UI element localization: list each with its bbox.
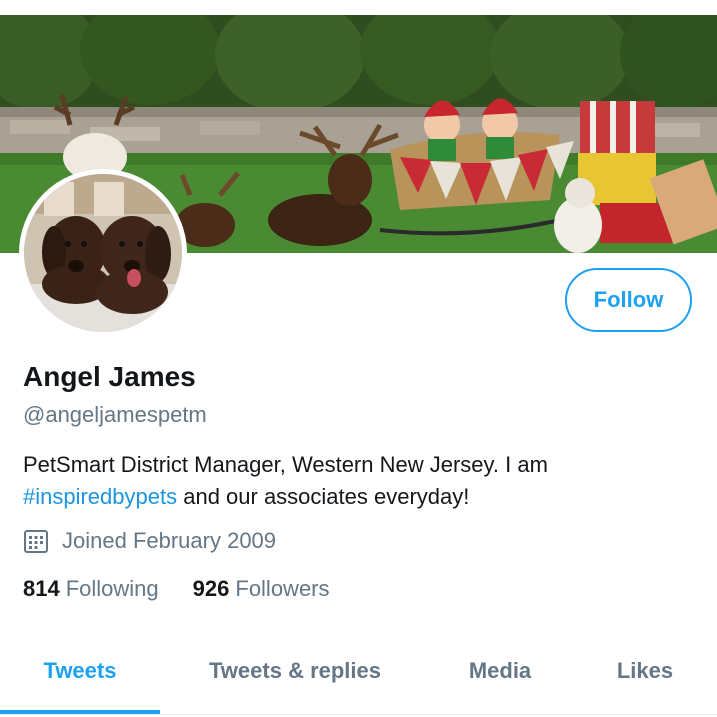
tab-tweets-and-replies[interactable]: Tweets & replies [190,630,400,712]
followers-count: 926 [192,576,230,601]
profile-bio: PetSmart District Manager, Western New J… [23,449,683,513]
profile-tabs: Tweets Tweets & replies Media Likes [0,630,717,717]
profile-name: Angel James [23,361,196,392]
followers-link[interactable]: 926 Followers [193,576,330,602]
bio-text-rest: and our associates everyday! [177,484,470,509]
follow-button[interactable]: Follow [565,268,692,332]
tab-media[interactable]: Media [440,630,560,712]
joined-text: Joined February 2009 [62,528,277,553]
following-link[interactable]: 814 Following [23,576,159,602]
top-strip [0,0,717,15]
following-count: 814 [23,576,60,601]
follow-stats: 814 Following 926 Followers [23,576,364,602]
bio-text: PetSmart District Manager, Western New J… [23,452,548,477]
following-label: Following [65,576,159,601]
tabs-divider [0,714,717,715]
profile-handle: @angeljamespetm [23,402,207,427]
calendar-icon [24,530,48,553]
tab-tweets[interactable]: Tweets [0,630,160,712]
followers-label: Followers [235,576,330,601]
bio-hashtag-link[interactable]: #inspiredbypets [23,484,177,509]
profile-avatar[interactable] [19,169,187,337]
tab-likes[interactable]: Likes [585,630,705,712]
joined-date: Joined February 2009 [23,528,276,554]
